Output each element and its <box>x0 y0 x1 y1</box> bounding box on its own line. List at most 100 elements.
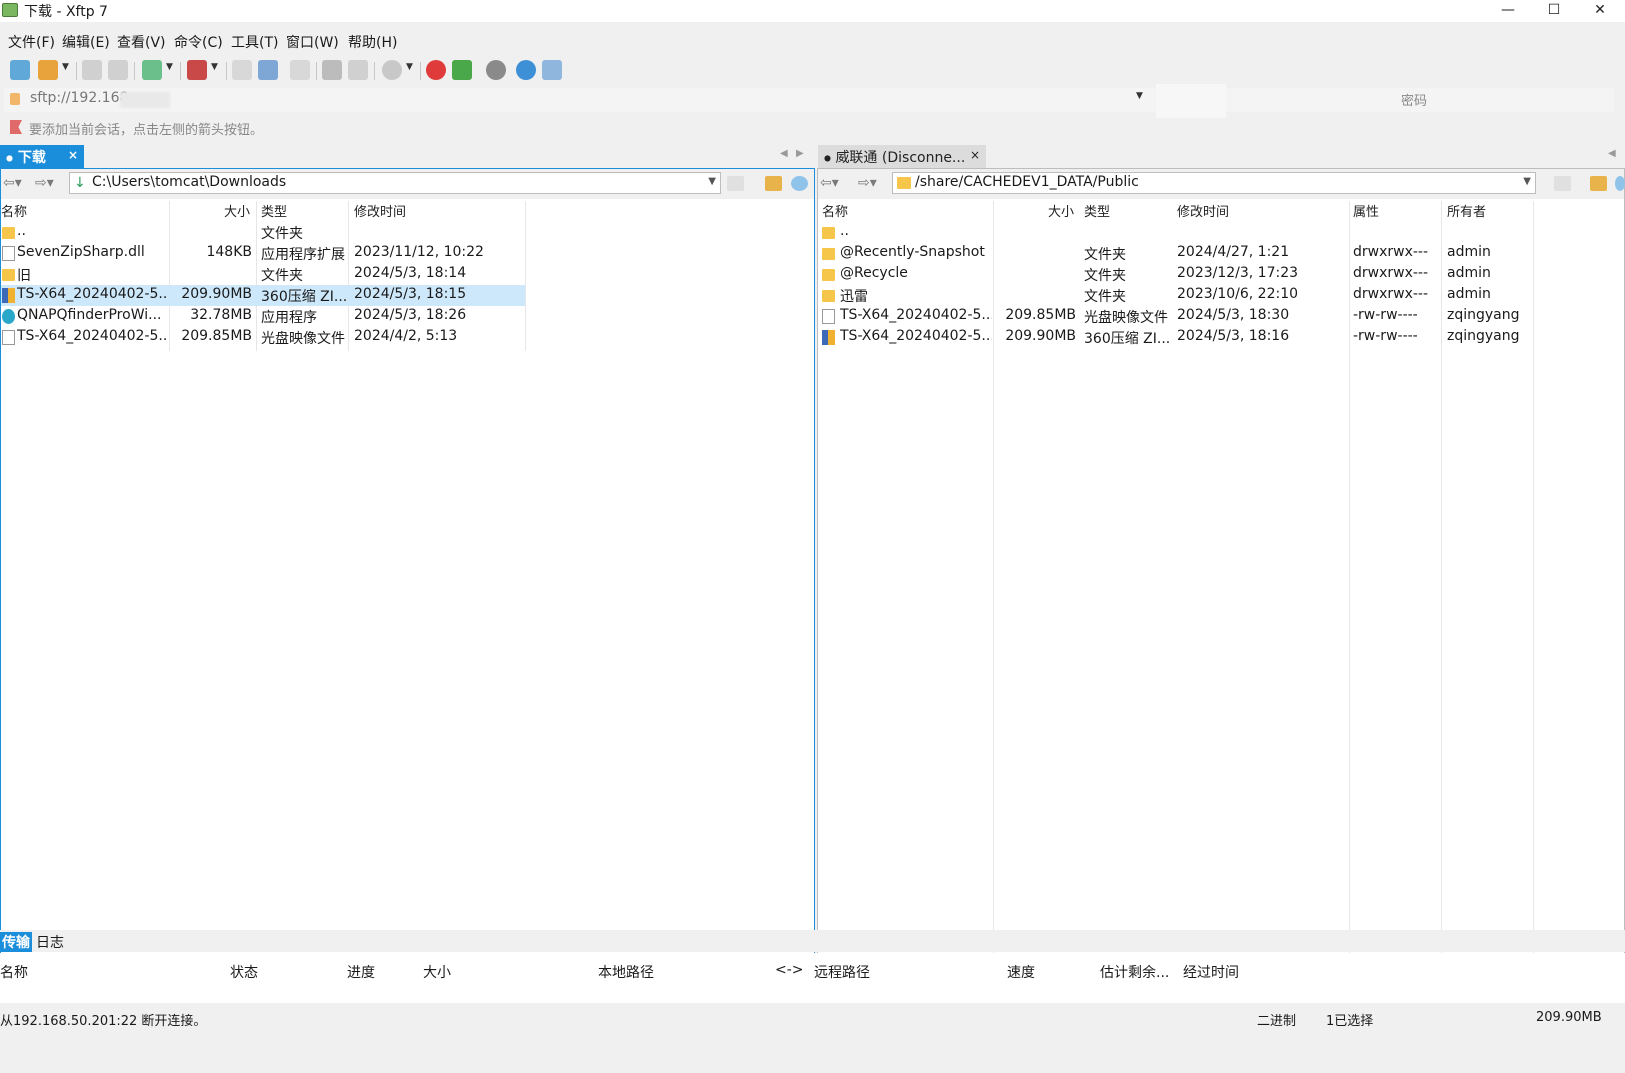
disconnect-icon[interactable] <box>108 60 128 80</box>
maximize-button[interactable]: ☐ <box>1531 0 1577 22</box>
chevron-down-icon[interactable]: ▼ <box>1523 176 1531 187</box>
bookmark-star-icon[interactable] <box>1554 176 1571 191</box>
help-icon[interactable] <box>516 60 536 80</box>
column-type[interactable]: 类型 <box>261 201 287 221</box>
local-path-input[interactable]: ↓ C:\Users\tomcat\Downloads ▼ <box>69 172 721 194</box>
file-type: 文件夹 <box>261 226 303 242</box>
menu-view[interactable]: 查看(V) <box>117 32 166 52</box>
table-row[interactable]: TS-X64_20240402-5.... 209.85MB 光盘映像文件 20… <box>818 306 1533 327</box>
remote-file-pane: ⇦▾ ⇨▾ /share/CACHEDEV1_DATA/Public ▼ 名称 … <box>817 168 1625 958</box>
file-modified: 2024/5/3, 18:26 <box>354 307 467 323</box>
column-attributes[interactable]: 属性 <box>1353 201 1379 221</box>
file-type: 360压缩 ZI... <box>261 289 348 305</box>
table-row[interactable]: 迅雷 文件夹 2023/10/6, 22:10 drwxrwx--- admin <box>818 285 1533 306</box>
tab-prev-icon[interactable]: ◀ <box>780 148 788 159</box>
tab-remote-session[interactable]: ● 威联通 (Disconne... × <box>818 145 986 168</box>
table-row[interactable]: QNAPQfinderProWi... 32.78MB 应用程序 2024/5/… <box>1 306 525 327</box>
forward-arrow-icon[interactable]: ⇨▾ <box>35 175 54 191</box>
forward-arrow-icon[interactable]: ⇨▾ <box>858 175 877 191</box>
column-owner[interactable]: 所有者 <box>1447 201 1486 221</box>
password-input[interactable]: 密码 <box>1401 90 1427 109</box>
stop-icon[interactable] <box>382 60 402 80</box>
open-folder-icon[interactable] <box>38 60 58 80</box>
column-modified[interactable]: 修改时间 <box>1177 201 1229 221</box>
tab-prev-icon[interactable]: ◀ <box>1608 148 1616 159</box>
xshell-icon[interactable] <box>426 60 446 80</box>
document-icon[interactable] <box>348 60 368 80</box>
bookmark-star-icon[interactable] <box>727 176 744 191</box>
transfer-icon[interactable] <box>187 60 207 80</box>
transfer-col-eta[interactable]: 估计剩余... <box>1100 962 1169 982</box>
sync-icon[interactable] <box>290 60 310 80</box>
column-modified[interactable]: 修改时间 <box>354 201 406 221</box>
table-row[interactable]: TS-X64_20240402-5.... 209.85MB 光盘映像文件 20… <box>1 327 525 348</box>
table-row[interactable]: @Recycle 文件夹 2023/12/3, 17:23 drwxrwx---… <box>818 264 1533 285</box>
table-row[interactable]: TS-X64_20240402-5.... 209.90MB 360压缩 ZI.… <box>818 327 1533 348</box>
bookmark-flag-icon[interactable] <box>10 120 22 134</box>
connect-icon[interactable] <box>82 60 102 80</box>
xftp-icon[interactable] <box>452 60 472 80</box>
transfer-col-name[interactable]: 名称 <box>0 962 28 982</box>
chevron-down-icon[interactable]: ▼ <box>708 176 716 187</box>
home-folder-icon[interactable] <box>765 176 782 191</box>
tab-transfer[interactable]: 传输 <box>0 932 32 952</box>
tab-close-icon[interactable]: × <box>68 148 78 162</box>
column-name[interactable]: 名称 <box>822 201 848 221</box>
tab-next-icon[interactable]: ▶ <box>796 148 804 159</box>
home-folder-icon[interactable] <box>1590 176 1607 191</box>
copy-icon[interactable] <box>232 60 252 80</box>
username-input[interactable] <box>1156 84 1226 118</box>
table-row[interactable]: .. <box>818 222 1533 243</box>
transfer-col-progress[interactable]: 进度 <box>347 962 375 982</box>
menu-window[interactable]: 窗口(W) <box>286 32 339 52</box>
address-input[interactable]: sftp://192.168 <box>30 90 128 106</box>
column-name[interactable]: 名称 <box>1 201 27 221</box>
transfer-col-remote-path[interactable]: 远程路径 <box>814 962 870 982</box>
address-bar[interactable]: sftp://192.168 ▼ 密码 <box>4 84 1614 118</box>
column-size[interactable]: 大小 <box>1048 201 1074 221</box>
tab-close-icon[interactable]: × <box>970 148 980 162</box>
toolbar-separator <box>420 62 421 80</box>
refresh-icon[interactable] <box>791 176 808 191</box>
chevron-down-icon[interactable]: ▼ <box>62 62 69 72</box>
transfer-col-speed[interactable]: 速度 <box>1007 962 1035 982</box>
chevron-down-icon[interactable]: ▼ <box>166 62 173 72</box>
column-type[interactable]: 类型 <box>1084 201 1110 221</box>
menu-file[interactable]: 文件(F) <box>8 32 55 52</box>
column-size[interactable]: 大小 <box>224 201 250 221</box>
chevron-down-icon[interactable]: ▼ <box>406 62 413 72</box>
table-row[interactable]: @Recently-Snapshot 文件夹 2024/4/27, 1:21 d… <box>818 243 1533 264</box>
close-button[interactable]: ✕ <box>1577 0 1623 22</box>
back-arrow-icon[interactable]: ⇦▾ <box>3 175 22 191</box>
table-row-selected[interactable]: TS-X64_20240402-5.... 209.90MB 360压缩 ZI.… <box>1 285 525 306</box>
transfer-col-local-path[interactable]: 本地路径 <box>598 962 654 982</box>
new-session-icon[interactable] <box>10 60 30 80</box>
back-arrow-icon[interactable]: ⇦▾ <box>820 175 839 191</box>
menu-tools[interactable]: 工具(T) <box>231 32 278 52</box>
paste-icon[interactable] <box>258 60 278 80</box>
table-row[interactable]: SevenZipSharp.dll 148KB 应用程序扩展 2023/11/1… <box>1 243 525 264</box>
column-divider <box>525 201 526 351</box>
chevron-down-icon[interactable]: ▼ <box>1136 91 1143 101</box>
print-icon[interactable] <box>322 60 342 80</box>
selection-size: 209.90MB <box>1536 1010 1602 1025</box>
table-row[interactable]: 旧 文件夹 2024/5/3, 18:14 <box>1 264 525 285</box>
table-row[interactable]: .. 文件夹 <box>1 222 525 243</box>
transfer-col-size[interactable]: 大小 <box>423 962 451 982</box>
refresh-icon[interactable] <box>1615 176 1625 191</box>
transfer-col-elapsed[interactable]: 经过时间 <box>1183 962 1239 982</box>
tab-log[interactable]: 日志 <box>34 932 66 952</box>
toolbar-separator <box>316 62 317 80</box>
minimize-button[interactable]: — <box>1485 0 1531 22</box>
tab-local-downloads[interactable]: ● 下载 × <box>0 145 84 168</box>
session-manager-icon[interactable] <box>142 60 162 80</box>
chevron-down-icon[interactable]: ▼ <box>211 62 218 72</box>
chat-icon[interactable] <box>542 60 562 80</box>
menu-command[interactable]: 命令(C) <box>174 32 223 52</box>
transfer-col-direction[interactable]: <-> <box>775 962 804 978</box>
settings-icon[interactable] <box>486 60 506 80</box>
transfer-col-status[interactable]: 状态 <box>230 962 258 982</box>
menu-help[interactable]: 帮助(H) <box>348 32 397 52</box>
menu-edit[interactable]: 编辑(E) <box>62 32 110 52</box>
remote-path-input[interactable]: /share/CACHEDEV1_DATA/Public ▼ <box>892 172 1536 194</box>
